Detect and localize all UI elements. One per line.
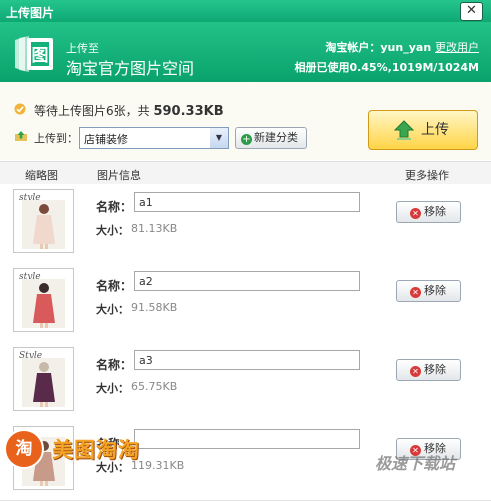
thumbnail[interactable]: style (13, 189, 74, 253)
header-banner: 图 上传至 淘宝官方图片空间 淘宝帐户：yun_yan 更改用户 相册已使用0.… (0, 22, 491, 82)
size-label: 大小： (96, 224, 129, 237)
close-icon[interactable]: ✕ (466, 3, 477, 18)
size-value: 81.13KB (131, 222, 178, 235)
name-label: 名称： (96, 200, 133, 214)
watermark-text: 美图淘淘 (52, 438, 140, 462)
add-icon: + (241, 134, 252, 145)
check-icon (14, 103, 26, 115)
site-watermark: 极速下载站 (375, 454, 456, 473)
upload-arrow-icon (393, 120, 415, 140)
taotao-logo-icon: 淘 (4, 429, 44, 469)
waiting-text: 等待上传图片6张，共 (34, 104, 150, 118)
folder-upload-icon (15, 131, 27, 141)
remove-icon: ✕ (410, 366, 421, 377)
destination-value[interactable]: 店铺装修 (84, 131, 128, 147)
album-logo-icon: 图 (15, 36, 53, 72)
storage-usage: 相册已使用0.45%,1019M/1024M (294, 61, 479, 74)
column-thumb: 缩略图 (25, 169, 58, 182)
upload-actions-panel: 等待上传图片6张，共 590.33KB 上传到： 店铺装修 ▼ + 新建分类 上传 (0, 82, 491, 160)
window-title: 上传图片 (6, 6, 55, 20)
remove-icon: ✕ (410, 287, 421, 298)
meitu-taotao-watermark: 淘 美图淘淘 (4, 428, 188, 470)
chevron-down-icon[interactable]: ▼ (210, 128, 228, 148)
size-value: 65.75KB (131, 380, 178, 393)
size-value: 91.58KB (131, 301, 178, 314)
remove-label: 移除 (424, 363, 446, 376)
remove-button[interactable]: ✕ 移除 (396, 359, 461, 381)
title-bar: 上传图片 ✕ (0, 0, 491, 22)
close-button[interactable]: ✕ (460, 2, 483, 21)
thumbnail[interactable]: Style (13, 347, 74, 411)
remove-button[interactable]: ✕ 移除 (396, 201, 461, 223)
thumbnail-photo (22, 358, 65, 407)
file-row: Style 名称： 大小：65.75KB ✕移除 (0, 342, 491, 422)
remove-label: 移除 (424, 284, 446, 297)
name-input[interactable] (134, 350, 360, 370)
upload-button[interactable]: 上传 (368, 110, 478, 150)
size-label: 大小： (96, 303, 129, 316)
thumbnail[interactable]: style (13, 268, 74, 332)
remove-icon: ✕ (410, 208, 421, 219)
column-info: 图片信息 (97, 169, 141, 182)
waiting-size: 590.33KB (153, 104, 224, 119)
upload-to-label: 上传到： (34, 132, 78, 145)
name-input[interactable] (134, 192, 360, 212)
thumbnail-photo (22, 200, 65, 249)
banner-subtitle: 上传至 (66, 42, 99, 55)
change-user-link[interactable]: 更改用户 (435, 41, 479, 54)
destination-select[interactable]: 店铺装修 ▼ (79, 127, 229, 149)
file-row: style 名称： 大小：91.58KB ✕移除 (0, 263, 491, 343)
column-more: 更多操作 (405, 169, 449, 182)
account-info: 淘宝帐户：yun_yan 更改用户 (325, 39, 479, 55)
svg-text:图: 图 (32, 46, 49, 66)
thumbnail-photo (22, 279, 65, 328)
banner-title: 淘宝官方图片空间 (66, 59, 195, 78)
name-label: 名称： (96, 358, 133, 372)
upload-label: 上传 (421, 122, 449, 138)
size-label: 大小： (96, 382, 129, 395)
column-header: 缩略图 图片信息 更多操作 (0, 161, 491, 185)
name-input[interactable] (134, 271, 360, 291)
file-row: style 名称： 大小：81.13KB ✕移除 (0, 184, 491, 264)
account-label: 淘宝帐户： (325, 41, 381, 54)
remove-label: 移除 (424, 205, 446, 218)
remove-button[interactable]: ✕ 移除 (396, 280, 461, 302)
name-label: 名称： (96, 279, 133, 293)
new-category-label: 新建分类 (254, 131, 298, 144)
waiting-summary: 等待上传图片6张，共 590.33KB (34, 102, 224, 119)
account-name: yun_yan (380, 41, 432, 54)
new-category-button[interactable]: + 新建分类 (235, 127, 307, 149)
